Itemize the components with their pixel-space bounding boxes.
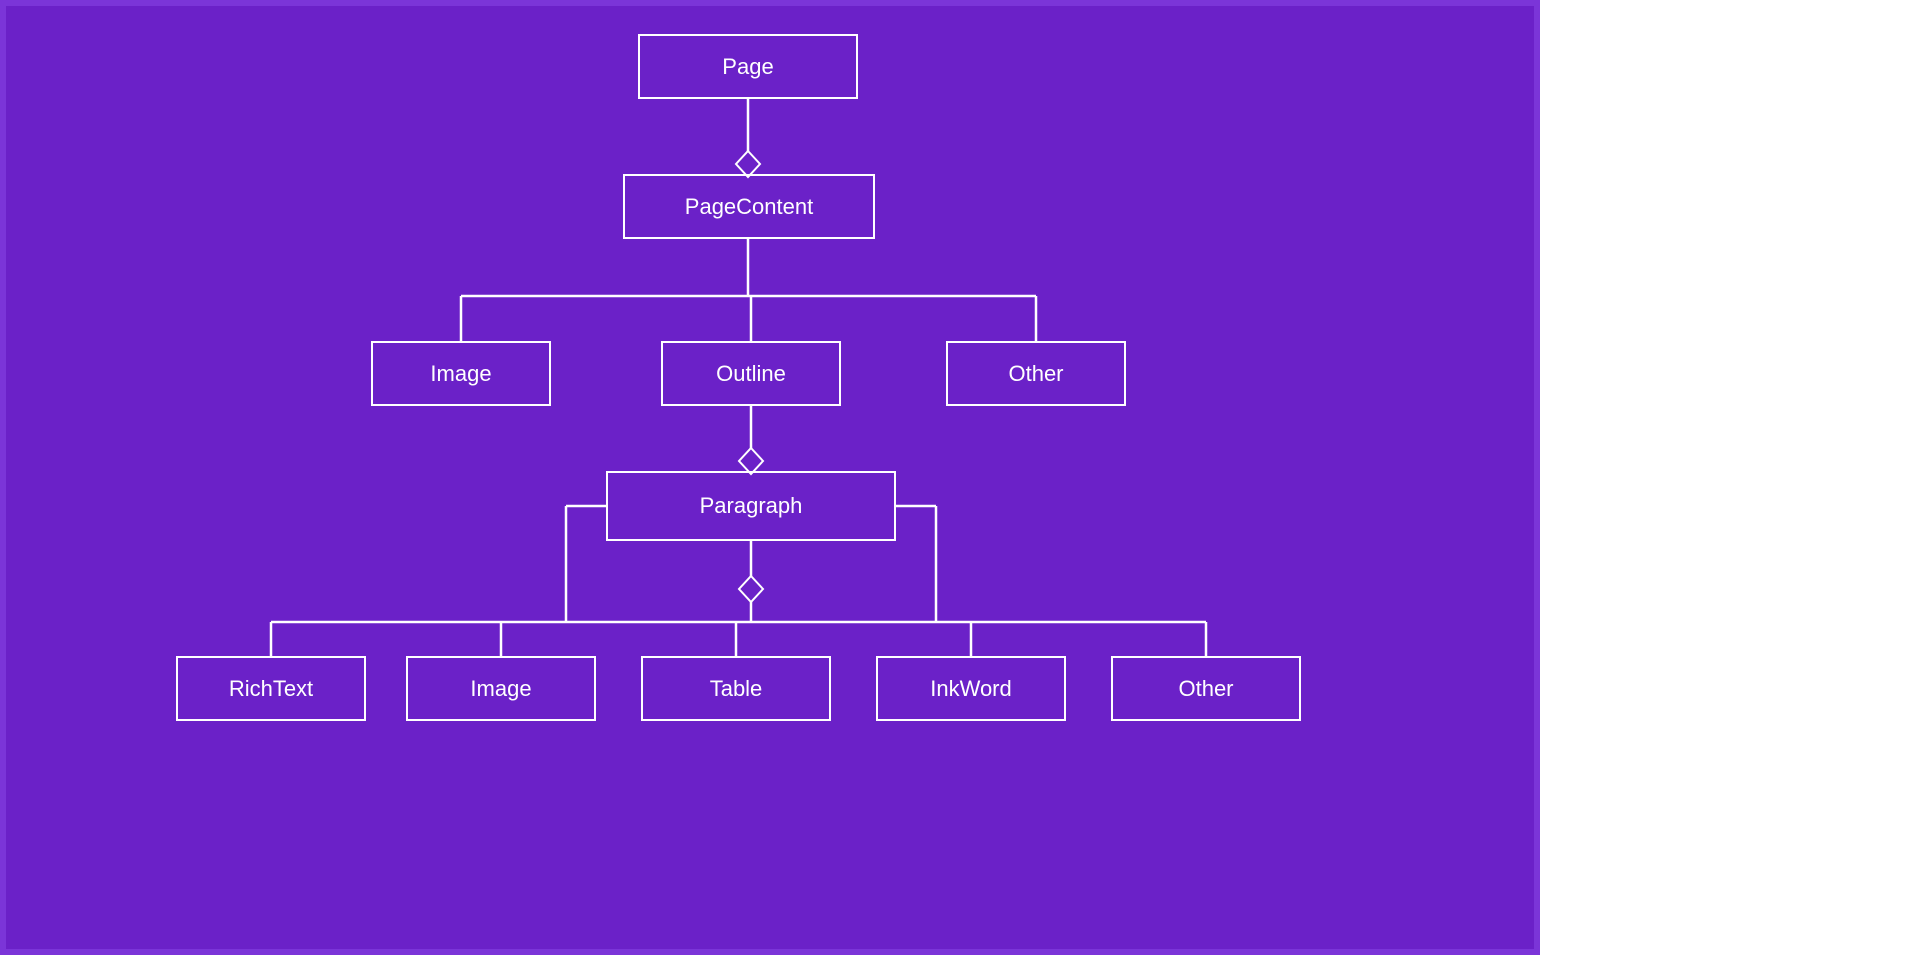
ink-word-node: InkWord: [876, 656, 1066, 721]
rich-text-node: RichText: [176, 656, 366, 721]
other1-node: Other: [946, 341, 1126, 406]
table-node: Table: [641, 656, 831, 721]
image1-node: Image: [371, 341, 551, 406]
right-panel: [1540, 0, 1905, 955]
page-node: Page: [638, 34, 858, 99]
page-content-node: PageContent: [623, 174, 875, 239]
diagram-area: Page PageContent Image Outline Other Par…: [0, 0, 1540, 955]
outline-node: Outline: [661, 341, 841, 406]
paragraph-node: Paragraph: [606, 471, 896, 541]
other2-node: Other: [1111, 656, 1301, 721]
image2-node: Image: [406, 656, 596, 721]
